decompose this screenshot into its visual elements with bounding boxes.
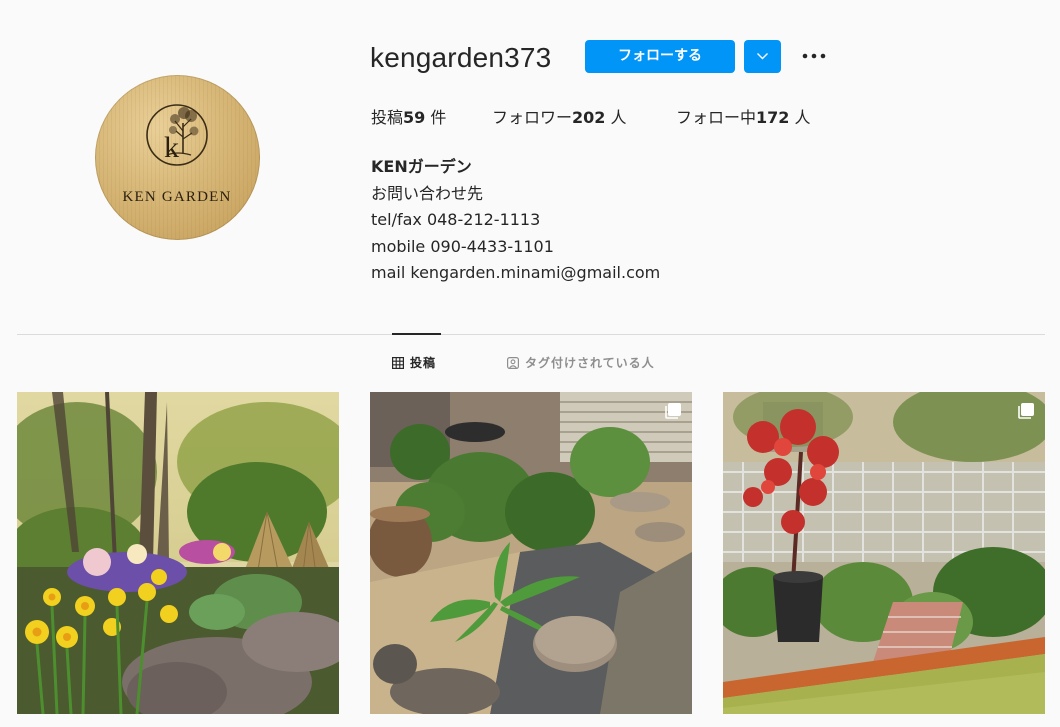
followers-stat[interactable]: フォロワー202 人 <box>492 106 627 130</box>
posts-count-stat: 投稿59 件 <box>371 106 446 130</box>
stat-label: フォロー中 <box>676 108 757 127</box>
more-dots-icon <box>802 53 826 59</box>
avatar-brand-text: KEN GARDEN <box>122 189 231 205</box>
stat-unit: 人 <box>610 108 627 127</box>
stat-unit: 人 <box>794 108 811 127</box>
active-tab-indicator <box>392 333 441 335</box>
profile-avatar[interactable]: k KEN GARDEN <box>95 75 260 240</box>
grid-icon <box>392 357 405 370</box>
post-thumbnail-2[interactable] <box>370 392 692 714</box>
stat-label: 投稿 <box>371 108 404 127</box>
multiple-photos-icon <box>665 403 681 419</box>
avatar-monogram: k <box>164 131 179 164</box>
stat-value: 172 <box>756 108 790 127</box>
multiple-photos-icon <box>1018 403 1034 419</box>
post-thumbnail-1[interactable] <box>17 392 339 714</box>
stat-value: 59 <box>403 108 426 127</box>
bio-line-contact: お問い合わせ先 <box>371 183 484 203</box>
bio-line-mobile: mobile 090-4433-1101 <box>371 236 554 256</box>
post-image-stone-garden <box>370 392 692 714</box>
tab-tagged-label: タグ付けされている人 <box>525 356 655 370</box>
following-stat[interactable]: フォロー中172 人 <box>676 106 811 130</box>
profile-username: kengarden373 <box>370 42 552 73</box>
tabs-divider <box>17 334 1045 335</box>
more-options-button[interactable] <box>800 43 828 69</box>
profile-full-name: KENガーデン <box>371 157 472 176</box>
tab-posts[interactable]: 投稿 <box>392 353 436 373</box>
stat-label: フォロワー <box>492 108 573 127</box>
tagged-icon <box>507 357 520 370</box>
post-image-daffodil-garden <box>17 392 339 714</box>
bio-line-tel: tel/fax 048-212-1113 <box>371 210 541 229</box>
chevron-down-icon <box>757 53 768 60</box>
tab-tagged[interactable]: タグ付けされている人 <box>507 353 655 373</box>
profile-bio: KENガーデン お問い合わせ先 tel/fax 048-212-1113 mob… <box>371 154 660 287</box>
follow-button[interactable]: フォローする <box>585 40 735 73</box>
stat-unit: 件 <box>430 108 447 127</box>
stat-value: 202 <box>572 108 606 127</box>
post-thumbnail-3[interactable] <box>723 392 1045 714</box>
ken-garden-logo: k KEN GARDEN <box>122 104 231 205</box>
tab-posts-label: 投稿 <box>410 356 437 370</box>
bio-line-mail: mail kengarden.minami@gmail.com <box>371 263 661 282</box>
suggestions-dropdown-button[interactable] <box>744 40 781 73</box>
post-image-fence-garden <box>723 392 1045 714</box>
